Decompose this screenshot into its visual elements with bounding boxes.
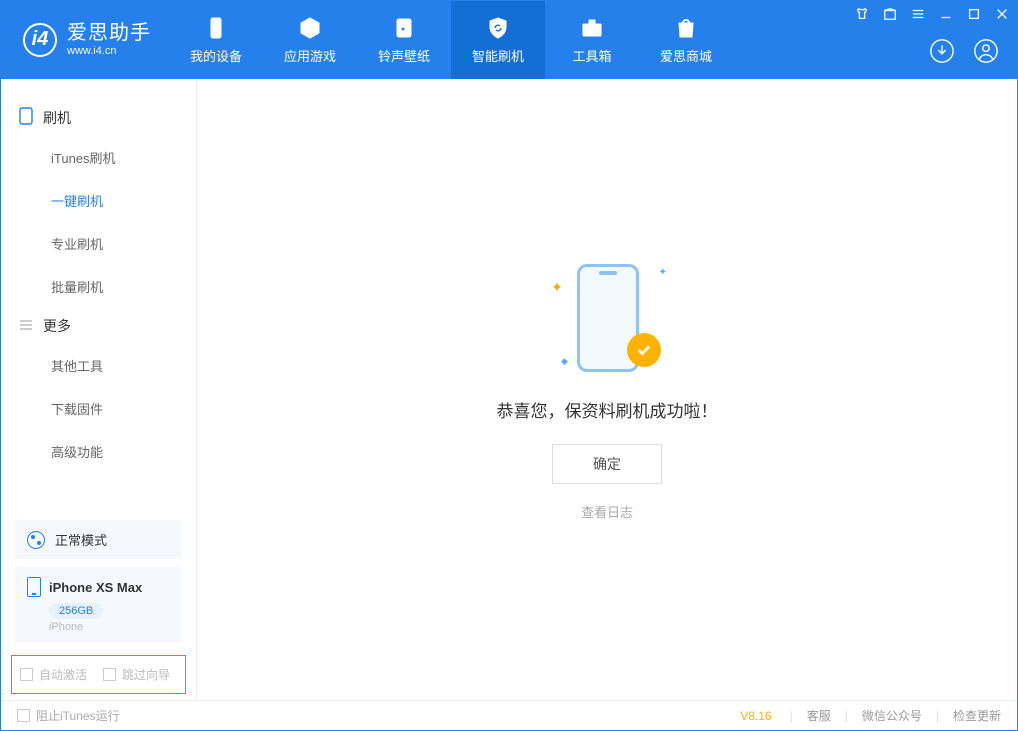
user-icon[interactable]	[973, 38, 999, 67]
checkbox-auto-activate[interactable]: 自动激活	[20, 666, 87, 683]
checkbox-label: 跳过向导	[122, 666, 170, 683]
sparkle-icon: ◆	[561, 356, 568, 367]
tab-label: 智能刷机	[472, 46, 524, 65]
separator: |	[790, 709, 793, 723]
tab-label: 工具箱	[572, 46, 611, 65]
section-label: 更多	[43, 316, 71, 336]
sparkle-icon: ✦	[659, 267, 667, 278]
tab-my-device[interactable]: 我的设备	[169, 1, 263, 79]
checkbox-label: 阻止iTunes运行	[36, 707, 120, 724]
checkbox-strip: 自动激活 跳过向导	[11, 655, 186, 694]
mode-card[interactable]: 正常模式	[15, 520, 182, 559]
view-log-link[interactable]: 查看日志	[581, 502, 633, 521]
storage-badge: 256GB	[49, 603, 103, 619]
maximize-icon[interactable]	[967, 7, 981, 24]
sidebar-section-more: 更多	[1, 308, 196, 344]
shopping-bag-icon	[673, 15, 699, 41]
tab-smart-flash[interactable]: 智能刷机	[451, 1, 545, 79]
separator: |	[845, 709, 848, 723]
tshirt-icon[interactable]	[855, 7, 869, 24]
footer-link-wechat[interactable]: 微信公众号	[862, 707, 922, 724]
footer-link-update[interactable]: 检查更新	[953, 707, 1001, 724]
logo-icon: i4	[23, 23, 57, 57]
nav-tabs: 我的设备 应用游戏 铃声壁纸 智能刷机 工具箱 爱思商城	[169, 1, 733, 79]
header-action-icons	[929, 38, 999, 67]
toolbox-icon	[579, 15, 605, 41]
success-illustration: ✦ ✦ ◆	[547, 259, 667, 379]
sidebar-item-pro-flash[interactable]: 专业刷机	[9, 222, 196, 265]
tab-label: 爱思商城	[660, 46, 712, 65]
tab-label: 铃声壁纸	[378, 46, 430, 65]
device-card[interactable]: iPhone XS Max 256GB iPhone	[15, 567, 182, 643]
logo-block[interactable]: i4 爱思助手 www.i4.cn	[1, 22, 169, 58]
sidebar: 刷机 iTunes刷机 一键刷机 专业刷机 批量刷机 更多 其他工具 下载固件 …	[1, 79, 197, 700]
list-icon	[19, 318, 33, 335]
sidebar-items-flash: iTunes刷机 一键刷机 专业刷机 批量刷机	[1, 136, 196, 308]
tab-store[interactable]: 爱思商城	[639, 1, 733, 79]
tab-label: 应用游戏	[284, 46, 336, 65]
brand-text: 爱思助手 www.i4.cn	[67, 22, 151, 58]
device-sub-label: iPhone	[49, 621, 170, 633]
checkmark-badge-icon	[627, 333, 661, 367]
sidebar-item-onekey-flash[interactable]: 一键刷机	[9, 179, 196, 222]
separator: |	[936, 709, 939, 723]
sidebar-item-advanced[interactable]: 高级功能	[9, 430, 196, 473]
sidebar-item-other-tools[interactable]: 其他工具	[9, 344, 196, 387]
header: i4 爱思助手 www.i4.cn 我的设备 应用游戏 铃声壁纸 智能刷机 工具…	[1, 1, 1017, 79]
shield-sync-icon	[485, 15, 511, 41]
checkbox-label: 自动激活	[39, 666, 87, 683]
mode-label: 正常模式	[55, 530, 107, 549]
version-label: V8.16	[740, 709, 771, 723]
checkbox-icon	[17, 709, 30, 722]
brand-sub: www.i4.cn	[67, 45, 151, 58]
footer-links: | 客服 | 微信公众号 | 检查更新	[790, 707, 1001, 724]
box-icon[interactable]	[883, 7, 897, 24]
main-content: ✦ ✦ ◆ 恭喜您，保资料刷机成功啦！ 确定 查看日志	[197, 79, 1017, 700]
phone-outline-icon	[19, 107, 33, 128]
cube-icon	[297, 15, 323, 41]
sidebar-item-batch-flash[interactable]: 批量刷机	[9, 265, 196, 308]
menu-icon[interactable]	[911, 7, 925, 24]
body: 刷机 iTunes刷机 一键刷机 专业刷机 批量刷机 更多 其他工具 下载固件 …	[1, 79, 1017, 700]
device-phone-icon	[27, 577, 41, 597]
tab-toolbox[interactable]: 工具箱	[545, 1, 639, 79]
ok-button[interactable]: 确定	[552, 444, 662, 484]
footer: 阻止iTunes运行 V8.16 | 客服 | 微信公众号 | 检查更新	[1, 700, 1017, 730]
section-label: 刷机	[43, 108, 71, 128]
sidebar-items-more: 其他工具 下载固件 高级功能	[1, 344, 196, 473]
brand-main: 爱思助手	[67, 22, 151, 45]
tab-label: 我的设备	[190, 46, 242, 65]
checkbox-icon	[20, 668, 33, 681]
sidebar-item-download-firmware[interactable]: 下载固件	[9, 387, 196, 430]
tab-apps-games[interactable]: 应用游戏	[263, 1, 357, 79]
device-name: iPhone XS Max	[49, 580, 142, 595]
checkbox-icon	[103, 668, 116, 681]
sidebar-item-itunes-flash[interactable]: iTunes刷机	[9, 136, 196, 179]
minimize-icon[interactable]	[939, 7, 953, 24]
close-icon[interactable]	[995, 7, 1009, 24]
window-controls	[855, 7, 1009, 24]
phone-icon	[203, 15, 229, 41]
checkbox-block-itunes[interactable]: 阻止iTunes运行	[17, 707, 120, 724]
sparkle-icon: ✦	[551, 279, 563, 296]
music-file-icon	[391, 15, 417, 41]
mode-icon	[27, 531, 45, 549]
footer-link-support[interactable]: 客服	[807, 707, 831, 724]
download-icon[interactable]	[929, 38, 955, 67]
sidebar-section-flash: 刷机	[1, 99, 196, 136]
success-message: 恭喜您，保资料刷机成功啦！	[497, 397, 718, 422]
checkbox-skip-wizard[interactable]: 跳过向导	[103, 666, 170, 683]
tab-ringtone-wallpaper[interactable]: 铃声壁纸	[357, 1, 451, 79]
